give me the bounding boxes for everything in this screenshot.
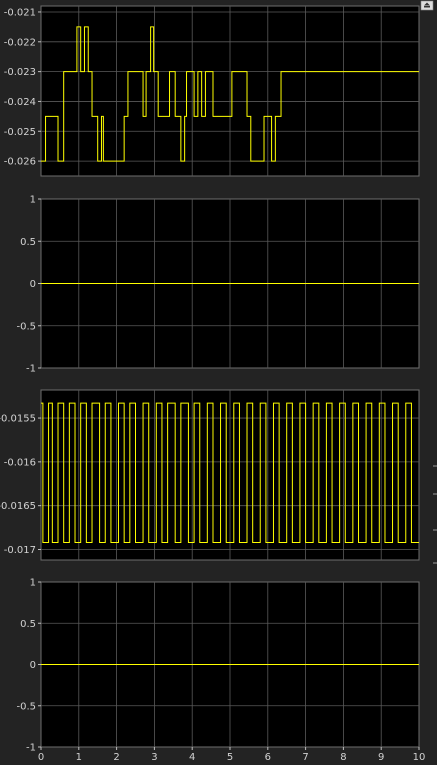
y-tick-label: -0.021 (4, 7, 36, 18)
x-tick-label: 3 (151, 752, 157, 763)
x-tick-label: 6 (265, 752, 271, 763)
x-tick-label: 2 (113, 752, 119, 763)
x-tick-label: 10 (413, 752, 426, 763)
x-tick-label: 5 (227, 752, 233, 763)
y-tick-label: -0.0155 (0, 414, 36, 425)
y-tick-label: -0.0165 (0, 501, 36, 512)
y-tick-label: -0.026 (4, 157, 36, 168)
y-tick-label: -0.5 (16, 321, 36, 332)
y-tick-label: 0.5 (20, 237, 36, 248)
x-tick-label: 4 (189, 752, 195, 763)
x-tick-label: 0 (38, 752, 44, 763)
y-tick-label: 0 (30, 660, 36, 671)
y-tick-label: -0.022 (4, 37, 36, 48)
y-tick-label: -1 (26, 364, 36, 375)
y-tick-label: -0.024 (4, 97, 36, 108)
y-tick-label: 1 (30, 195, 36, 206)
y-tick-label: -1 (26, 743, 36, 754)
x-tick-label: 1 (76, 752, 82, 763)
scope-axes-3: -0.0155 -0.016 -0.0165 -0.017 (0, 389, 420, 561)
y-tick-label: 0.5 (20, 619, 36, 630)
y-tick-label: -0.017 (4, 545, 36, 556)
x-tick-label: 8 (340, 752, 346, 763)
scope-figure: -0.021 -0.022 -0.023 -0.024 -0.025 -0.026 1 0.5… (0, 0, 437, 764)
x-tick-label: 7 (302, 752, 308, 763)
y-tick-label: 1 (30, 578, 36, 589)
scope-axes-1: -0.021 -0.022 -0.023 -0.024 -0.025 -0.026 (4, 5, 420, 177)
restore-window-icon[interactable] (420, 0, 434, 11)
scope-axes-2: 1 0.5 0 -0.5 -1 (16, 195, 420, 375)
y-tick-label: -0.023 (4, 67, 36, 78)
x-tick-label: 9 (378, 752, 384, 763)
y-tick-label: -0.016 (4, 457, 36, 468)
y-tick-label: -0.025 (4, 127, 36, 138)
y-tick-label: 0 (30, 279, 36, 290)
y-tick-label: -0.5 (16, 701, 36, 712)
scope-axes-4: 10.50-0.5-10 1 2 3 4 5 6 7 8 9 10 (16, 578, 425, 764)
